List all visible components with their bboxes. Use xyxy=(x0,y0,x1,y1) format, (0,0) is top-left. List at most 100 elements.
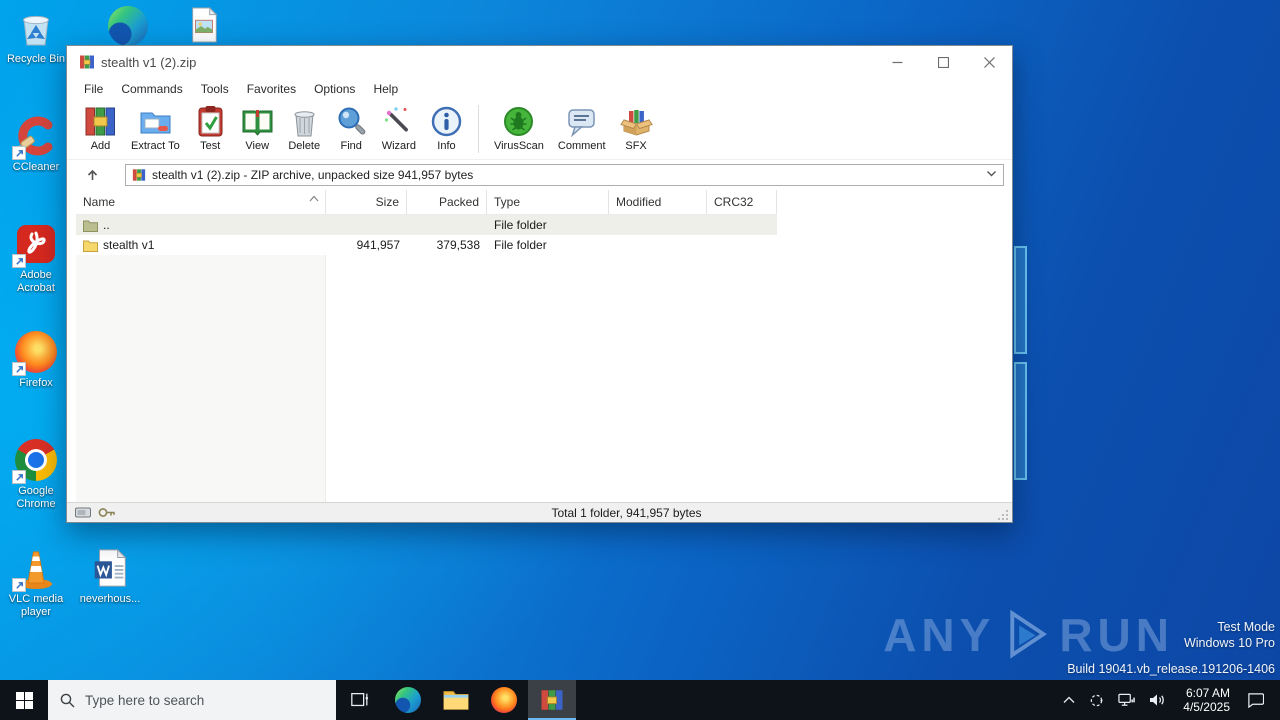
virusscan-button[interactable]: VirusScan xyxy=(487,103,551,154)
sfx-button[interactable]: SFX xyxy=(613,103,660,154)
menu-options[interactable]: Options xyxy=(305,80,364,98)
desktop-icon-edge[interactable] xyxy=(92,4,164,48)
column-header-packed[interactable]: Packed xyxy=(407,190,487,214)
clock-time: 6:07 AM xyxy=(1185,686,1230,700)
extract-to-icon xyxy=(140,112,171,134)
shortcut-arrow-icon xyxy=(12,578,26,592)
taskbar-edge-button[interactable] xyxy=(384,680,432,720)
network-icon xyxy=(1118,693,1136,706)
menu-file[interactable]: File xyxy=(75,80,112,98)
firefox-icon xyxy=(12,330,58,376)
folder-icon xyxy=(83,240,98,252)
wizard-button[interactable]: Wizard xyxy=(375,103,423,154)
test-mode-info: Test Mode Windows 10 Pro xyxy=(1184,619,1275,651)
ccleaner-icon xyxy=(12,114,58,160)
column-header-size[interactable]: Size xyxy=(326,190,407,214)
taskbar-firefox-button[interactable] xyxy=(480,680,528,720)
desktop-icon-label: Firefox xyxy=(19,377,53,389)
network-button[interactable] xyxy=(1111,680,1142,720)
show-hidden-icons-button[interactable] xyxy=(1056,680,1082,720)
table-row-updir[interactable]: .. File folder xyxy=(76,215,777,235)
winrar-icon xyxy=(541,690,563,710)
table-row-stealth-v1[interactable]: stealth v1 941,957 379,538 File folder xyxy=(76,235,777,255)
minimize-button[interactable] xyxy=(874,46,920,78)
desktop-icon-recycle-bin[interactable]: Recycle Bin xyxy=(0,6,72,66)
start-button[interactable] xyxy=(0,680,48,720)
menu-bar: File Commands Tools Favorites Options He… xyxy=(67,78,1012,99)
desktop-icon-google-chrome[interactable]: Google Chrome xyxy=(0,438,72,511)
key-status-icon xyxy=(98,508,115,517)
shortcut-arrow-icon xyxy=(12,470,26,484)
column-headers: Name Size Packed Type Modified CRC32 xyxy=(76,190,777,215)
view-button[interactable]: View xyxy=(234,103,281,154)
address-text: stealth v1 (2).zip - ZIP archive, unpack… xyxy=(152,168,474,182)
address-row: stealth v1 (2).zip - ZIP archive, unpack… xyxy=(67,160,1012,190)
action-center-icon xyxy=(1248,693,1264,708)
vlc-icon xyxy=(12,546,58,592)
resize-grip[interactable] xyxy=(996,508,1010,522)
test-button[interactable]: Test xyxy=(187,103,234,154)
info-button[interactable]: Info xyxy=(423,103,470,154)
shortcut-arrow-icon xyxy=(12,254,26,268)
file-list: .. File folder stealth v1 941,957 379,53… xyxy=(67,215,1012,502)
taskbar-search[interactable] xyxy=(48,680,336,720)
desktop-icon-image-file[interactable] xyxy=(168,6,240,44)
delete-button[interactable]: Delete xyxy=(281,103,328,154)
recycle-bin-icon xyxy=(14,6,58,50)
file-explorer-icon xyxy=(443,691,469,710)
menu-favorites[interactable]: Favorites xyxy=(238,80,305,98)
taskbar-clock[interactable]: 6:07 AM 4/5/2025 xyxy=(1173,686,1240,714)
virusscan-icon xyxy=(504,107,534,136)
close-button[interactable] xyxy=(966,46,1012,78)
address-combobox[interactable]: stealth v1 (2).zip - ZIP archive, unpack… xyxy=(125,164,1004,186)
column-header-modified[interactable]: Modified xyxy=(609,190,707,214)
status-bar: Total 1 folder, 941,957 bytes xyxy=(67,502,1012,522)
title-bar[interactable]: stealth v1 (2).zip xyxy=(67,46,1012,78)
desktop-icon-word-document[interactable]: neverhous... xyxy=(74,546,146,606)
window-title: stealth v1 (2).zip xyxy=(101,54,197,70)
word-document-icon xyxy=(88,546,132,590)
search-input[interactable] xyxy=(85,692,324,708)
edge-icon xyxy=(106,4,150,48)
desktop-icon-ccleaner[interactable]: CCleaner xyxy=(0,114,72,174)
menu-tools[interactable]: Tools xyxy=(192,80,238,98)
extract-to-button[interactable]: Extract To xyxy=(124,103,187,154)
desktop-icon-label: Adobe Acrobat xyxy=(17,269,55,294)
anyrun-logo-text-right: RUN xyxy=(1059,609,1174,661)
name-column-background xyxy=(76,255,326,502)
menu-help[interactable]: Help xyxy=(364,80,407,98)
comment-icon xyxy=(568,109,595,138)
build-label: Build 19041.vb_release.191206-1406 xyxy=(1067,662,1275,676)
taskbar-file-explorer-button[interactable] xyxy=(432,680,480,720)
windows-logo-icon xyxy=(15,691,33,709)
desktop-icon-label: Recycle Bin xyxy=(6,53,66,65)
wallpaper-light-beam xyxy=(1014,246,1027,354)
search-icon xyxy=(60,693,75,707)
find-button[interactable]: Find xyxy=(328,103,375,154)
action-center-button[interactable] xyxy=(1240,680,1276,720)
add-button[interactable]: Add xyxy=(77,103,124,154)
taskbar-winrar-button-active[interactable] xyxy=(528,680,576,720)
desktop-icon-vlc[interactable]: VLC media player xyxy=(0,546,72,619)
desktop-icon-adobe-acrobat[interactable]: Adobe Acrobat xyxy=(0,222,72,295)
up-directory-button[interactable] xyxy=(73,163,111,187)
desktop-icon-firefox[interactable]: Firefox xyxy=(0,330,72,390)
find-icon xyxy=(338,107,366,135)
edge-icon xyxy=(395,687,421,713)
system-tray: 6:07 AM 4/5/2025 xyxy=(1056,680,1280,720)
desktop-icon-label: Google Chrome xyxy=(16,485,56,510)
column-header-name[interactable]: Name xyxy=(76,190,326,214)
chrome-icon xyxy=(12,438,58,484)
maximize-button[interactable] xyxy=(920,46,966,78)
shortcut-arrow-icon xyxy=(12,146,26,160)
column-header-type[interactable]: Type xyxy=(487,190,609,214)
column-header-crc32[interactable]: CRC32 xyxy=(707,190,777,214)
tray-app-button[interactable] xyxy=(1082,680,1111,720)
winrar-archive-icon xyxy=(132,168,146,182)
menu-commands[interactable]: Commands xyxy=(112,80,191,98)
volume-button[interactable] xyxy=(1142,680,1173,720)
task-view-button[interactable] xyxy=(336,680,384,720)
anyrun-logo: ANY RUN xyxy=(883,609,1174,661)
comment-button[interactable]: Comment xyxy=(551,103,613,154)
chevron-down-icon[interactable] xyxy=(986,166,997,184)
